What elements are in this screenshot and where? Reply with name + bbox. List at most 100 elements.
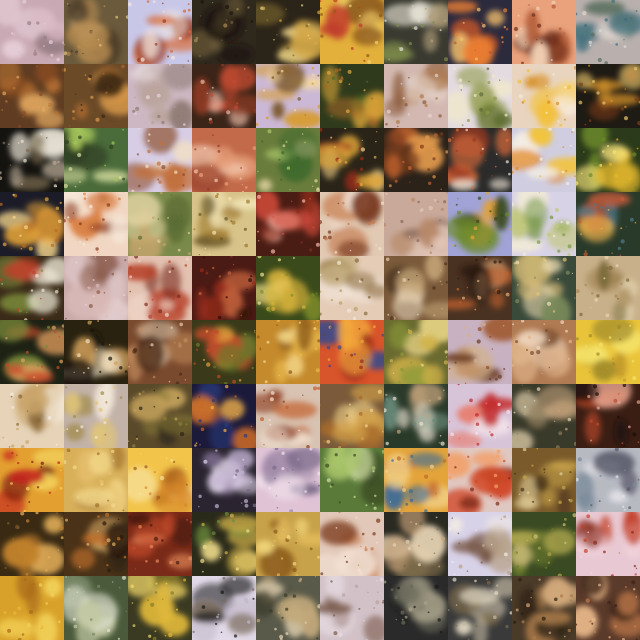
tile-speckle <box>345 109 350 114</box>
tile-speckle <box>202 358 206 361</box>
tile-speckle <box>199 444 201 446</box>
tile-image <box>0 576 64 640</box>
tile-speckle <box>169 560 173 565</box>
tile-speckle <box>128 515 132 519</box>
tile-speckle <box>137 184 141 188</box>
tile-speckle <box>295 529 297 532</box>
tile-speckle <box>568 358 570 360</box>
tile-speckle <box>168 632 173 638</box>
tile-speckle <box>95 117 100 122</box>
tile-speckle <box>633 588 636 591</box>
tile-speckle <box>290 293 294 297</box>
tile-speckle <box>475 529 477 531</box>
tile-speckle <box>496 289 501 295</box>
tile-speckle <box>334 250 338 254</box>
tile-speckle <box>494 484 499 489</box>
tile-speckle <box>32 270 36 275</box>
tile-image <box>192 320 256 384</box>
tile-speckle <box>133 397 135 399</box>
tile-speckle <box>179 322 183 327</box>
tile-speckle <box>84 154 88 158</box>
tile-speckle <box>230 20 234 24</box>
tile-speckle <box>278 534 283 540</box>
tile-speckle <box>69 138 71 140</box>
tile-speckle <box>155 582 158 585</box>
tile-speckle <box>281 433 284 435</box>
tile-speckle <box>564 86 567 89</box>
tile-speckle <box>278 206 280 209</box>
tile-speckle <box>263 400 265 402</box>
tile-speckle <box>292 567 297 573</box>
tile-blob <box>34 206 64 244</box>
tile-speckle <box>140 453 142 455</box>
tile-speckle <box>174 558 177 561</box>
tile-image <box>192 0 256 64</box>
tile-speckle <box>131 602 134 604</box>
tile-speckle <box>628 551 633 556</box>
tile-speckle <box>363 620 365 622</box>
tile-speckle <box>435 492 437 495</box>
tile-speckle <box>242 458 245 461</box>
tile-speckle <box>182 173 185 176</box>
tile-speckle <box>451 517 453 519</box>
grid-tile <box>64 448 128 512</box>
tile-speckle <box>594 238 597 241</box>
tile-speckle <box>285 273 289 276</box>
tile-speckle <box>18 394 23 399</box>
tile-speckle <box>623 445 626 447</box>
tile-image <box>448 512 512 576</box>
tile-speckle <box>367 591 369 594</box>
tile-speckle <box>242 513 244 516</box>
tile-speckle <box>44 344 49 349</box>
tile-speckle <box>4 566 7 570</box>
tile-speckle <box>205 330 209 333</box>
tile-speckle <box>364 546 367 549</box>
tile-speckle <box>466 119 470 122</box>
tile-speckle <box>47 555 51 559</box>
tile-speckle <box>300 49 305 53</box>
tile-speckle <box>224 182 229 186</box>
tile-speckle <box>488 240 491 243</box>
tile-speckle <box>345 560 349 564</box>
grid-tile <box>192 256 256 320</box>
tile-speckle <box>614 294 618 298</box>
tile-speckle <box>423 601 428 605</box>
tile-speckle <box>523 99 526 103</box>
tile-speckle <box>301 133 304 135</box>
tile-speckle <box>326 439 331 444</box>
tile-speckle <box>378 13 383 18</box>
tile-speckle <box>613 398 618 403</box>
tile-speckle <box>395 119 400 125</box>
tile-speckle <box>405 539 410 544</box>
tile-speckle <box>281 451 285 455</box>
tile-speckle <box>622 494 625 498</box>
tile-speckle <box>115 15 119 19</box>
tile-speckle <box>96 452 100 456</box>
tile-blob <box>517 279 543 300</box>
tile-speckle <box>495 153 498 155</box>
tile-speckle <box>168 380 171 383</box>
tile-speckle <box>489 335 492 338</box>
tile-speckle <box>59 526 64 531</box>
grid-tile <box>448 320 512 384</box>
tile-speckle <box>507 426 509 428</box>
tile-speckle <box>413 422 417 426</box>
tile-speckle <box>302 199 306 203</box>
tile-speckle <box>122 177 126 181</box>
tile-speckle <box>23 377 26 380</box>
tile-speckle <box>225 296 228 299</box>
tile-speckle <box>491 543 493 546</box>
tile-image <box>0 384 64 448</box>
tile-speckle <box>400 82 403 85</box>
tile-speckle <box>282 400 285 403</box>
tile-image <box>576 512 640 576</box>
tile-speckle <box>528 4 530 6</box>
tile-blob <box>162 512 175 536</box>
tile-speckle <box>617 400 621 405</box>
grid-tile <box>192 320 256 384</box>
tile-speckle <box>234 395 237 398</box>
tile-speckle <box>622 378 627 382</box>
tile-speckle <box>26 519 30 523</box>
tile-speckle <box>371 502 374 505</box>
tile-speckle <box>434 73 439 78</box>
